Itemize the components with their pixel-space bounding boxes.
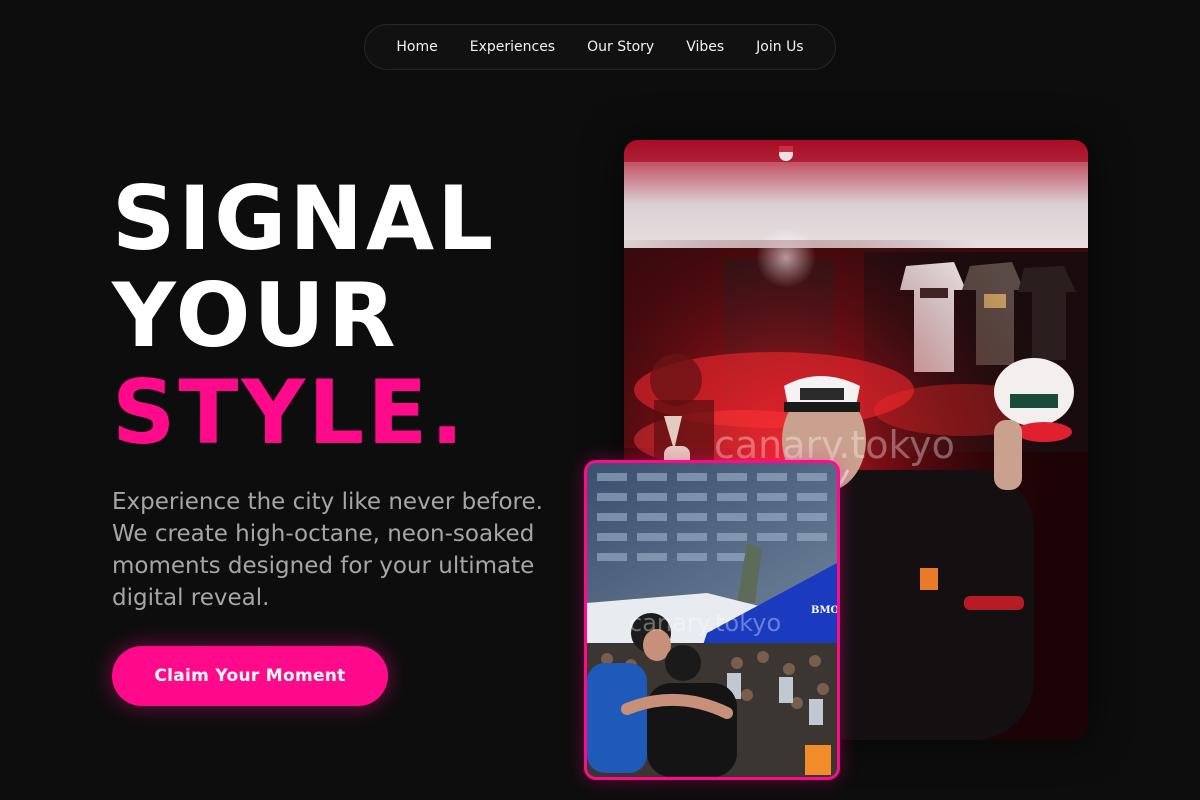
- nav-experiences-link[interactable]: Experiences: [470, 39, 555, 55]
- nav-home-link[interactable]: Home: [396, 39, 437, 55]
- hero-subtitle: Experience the city like never before. W…: [112, 489, 543, 611]
- festival-photo: BMO canary.tokyo: [584, 460, 840, 780]
- headline-line-3: STYLE.: [112, 361, 467, 464]
- tent-sign: BMO: [811, 605, 837, 616]
- small-photo-watermark: canary.tokyo: [629, 609, 781, 637]
- nav-vibes-link[interactable]: Vibes: [686, 39, 724, 55]
- page: Home Experiences Our Story Vibes Join Us…: [0, 0, 1200, 800]
- top-nav: Home Experiences Our Story Vibes Join Us: [364, 24, 836, 70]
- headline-line-2: YOUR: [112, 264, 399, 367]
- headline-line-1: SIGNAL: [112, 167, 497, 270]
- hero-headline: SIGNAL YOUR STYLE.: [112, 170, 496, 461]
- festival-photo-illustration: BMO canary.tokyo: [587, 463, 837, 777]
- nav-join-us-link[interactable]: Join Us: [756, 39, 803, 55]
- nav-our-story-link[interactable]: Our Story: [587, 39, 654, 55]
- claim-moment-button[interactable]: Claim Your Moment: [112, 646, 388, 706]
